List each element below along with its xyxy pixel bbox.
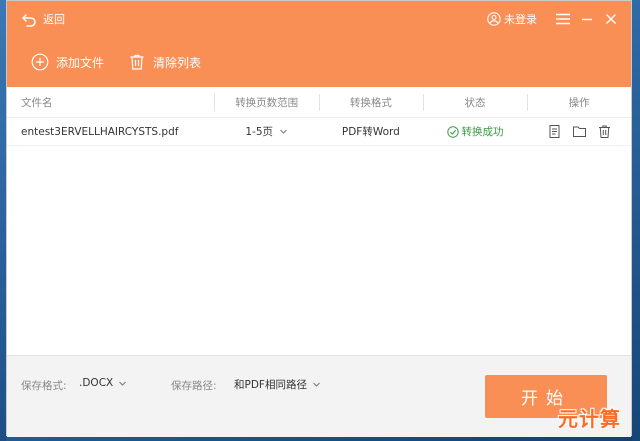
back-button[interactable]: 返回 xyxy=(21,11,65,27)
user-icon xyxy=(487,12,501,26)
add-file-button[interactable]: 添加文件 xyxy=(31,53,104,71)
chevron-down-icon xyxy=(119,381,127,386)
toolbar: 添加文件 清除列表 xyxy=(31,53,225,71)
chevron-down-icon xyxy=(313,382,320,387)
title-bar: 返回 未登录 xyxy=(7,1,631,37)
app-window: 返回 未登录 添加文件 清除列表 文件名 转换页数范围 转换格式 状态 操作 e… xyxy=(6,0,632,437)
status-label: 转换成功 xyxy=(461,126,504,138)
header-bar: 返回 未登录 添加文件 清除列表 xyxy=(7,1,631,87)
window-controls: 未登录 xyxy=(487,10,621,28)
back-label: 返回 xyxy=(43,13,65,26)
menu-icon xyxy=(556,13,570,25)
close-icon xyxy=(606,14,616,24)
column-header-format: 转换格式 xyxy=(319,87,423,117)
status-badge: 转换成功 xyxy=(446,124,504,139)
column-header-page-range: 转换页数范围 xyxy=(214,87,319,117)
column-header-file-name: 文件名 xyxy=(21,96,53,109)
format-cell: PDF转Word xyxy=(341,126,400,138)
status-cell: 转换成功 xyxy=(423,118,528,145)
save-path-dropdown[interactable]: 和PDF相同路径 xyxy=(234,377,321,392)
save-path-value: 和PDF相同路径 xyxy=(234,379,307,391)
login-label: 未登录 xyxy=(504,13,537,26)
close-button[interactable] xyxy=(601,10,621,28)
save-format-dropdown[interactable]: .DOCX xyxy=(79,377,127,389)
table-row: entest3ERVELLHAIRCYSTS.pdf 1-5页 PDF转Word… xyxy=(7,118,631,146)
page-range-value: 1-5页 xyxy=(245,126,274,138)
document-icon[interactable] xyxy=(547,124,562,139)
footer-bar: 保存格式: .DOCX 保存路径: 和PDF相同路径 开始 xyxy=(7,355,631,437)
save-format-value: .DOCX xyxy=(79,377,114,389)
save-path-label: 保存路径: xyxy=(171,380,217,392)
file-table: 文件名 转换页数范围 转换格式 状态 操作 entest3ERVELLHAIRC… xyxy=(7,87,631,146)
desktop-background-right xyxy=(632,0,640,441)
folder-icon[interactable] xyxy=(572,124,587,139)
column-header-status: 状态 xyxy=(422,87,528,117)
file-name-cell: entest3ERVELLHAIRCYSTS.pdf xyxy=(21,125,179,138)
check-circle-icon xyxy=(446,125,459,138)
menu-button[interactable] xyxy=(553,10,573,28)
page-range-dropdown[interactable]: 1-5页 xyxy=(245,124,288,139)
page-range-cell: 1-5页 xyxy=(214,118,319,145)
row-actions xyxy=(542,124,617,139)
watermark-logo: 元计算 xyxy=(558,407,621,431)
add-file-label: 添加文件 xyxy=(56,55,105,70)
clear-list-label: 清除列表 xyxy=(153,55,202,70)
table-header: 文件名 转换页数范围 转换格式 状态 操作 xyxy=(7,87,631,118)
trash-icon xyxy=(130,54,144,70)
save-format-label: 保存格式: xyxy=(21,380,67,392)
minimize-icon xyxy=(582,18,592,21)
minimize-button[interactable] xyxy=(577,10,597,28)
chevron-down-icon xyxy=(280,129,287,134)
delete-icon[interactable] xyxy=(597,124,612,139)
login-button[interactable]: 未登录 xyxy=(487,11,537,27)
back-arrow-icon xyxy=(22,14,36,27)
actions-cell xyxy=(527,118,631,145)
clear-list-button[interactable]: 清除列表 xyxy=(128,53,201,71)
column-header-actions: 操作 xyxy=(527,87,631,117)
add-circle-icon xyxy=(31,53,49,71)
